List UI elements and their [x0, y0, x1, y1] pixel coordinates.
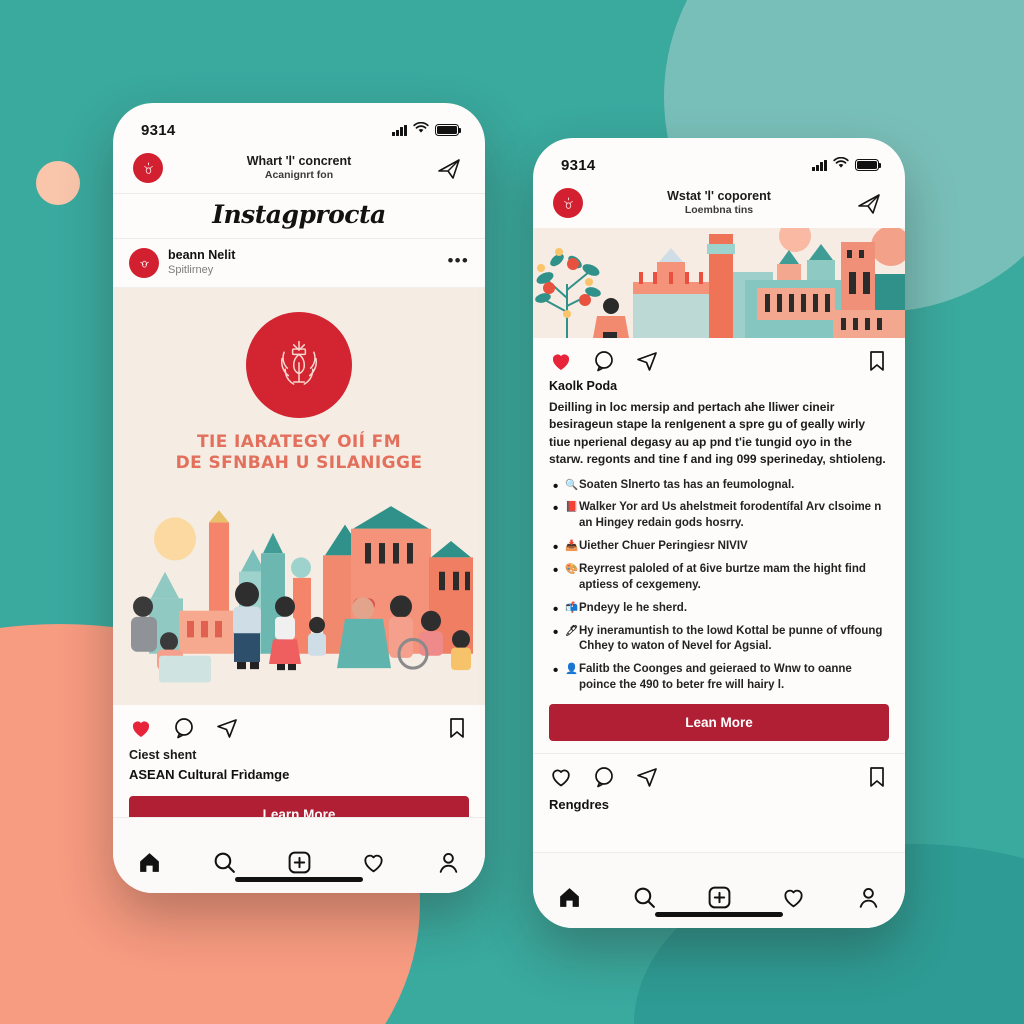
list-item-text: Falitb the Coonges and geieraed to Wnw t…	[579, 663, 852, 692]
post-subtext: Spitlirney	[168, 263, 214, 276]
list-item-text: Soaten Slnerto tas has an feumolognal.	[579, 478, 795, 491]
battery-icon	[435, 124, 462, 136]
home-icon[interactable]	[557, 885, 582, 910]
bookmark-icon[interactable]	[865, 765, 889, 789]
post-media-left: TIE IARATEGY OIÍ FM DE SFNBAH U SILANIGG…	[113, 288, 485, 705]
floral-townscape-illustration	[533, 228, 905, 338]
home-indicator-right	[655, 912, 783, 917]
body-paragraph: Deilling in loc mersip and pertach ahe l…	[549, 400, 886, 467]
comment-bubble-icon[interactable]	[592, 349, 616, 373]
footer-caption-text: Rengdres	[549, 797, 609, 813]
app-top-bar-left: Whart 'l' concrent Acanignrt fon	[113, 149, 485, 193]
appbar-subtitle: Loembna tins	[684, 204, 754, 217]
appbar-subtitle: Acanignrt fon	[264, 169, 334, 182]
list-item: 📥Uiether Chuer Peringiesr NIVIV	[549, 538, 889, 559]
decor-circle-peach	[36, 161, 80, 205]
app-wordmark: Instagprocta	[212, 200, 386, 229]
wifi-icon	[833, 156, 849, 174]
search-icon[interactable]	[632, 885, 657, 910]
comment-bubble-icon[interactable]	[592, 765, 616, 789]
list-item-text: Walker Yor ard Us ahelstmeit forodentífa…	[579, 501, 882, 530]
share-paperplane-icon[interactable]	[635, 349, 659, 373]
send-paperplane-icon[interactable]	[435, 154, 465, 182]
status-bar-left: 9314	[113, 103, 485, 149]
heart-outline-icon[interactable]	[549, 765, 573, 789]
status-time: 9314	[561, 156, 596, 174]
add-post-icon[interactable]	[707, 885, 732, 910]
post-caption-left: Ciest shent ASEAN Cultural Frìdamge	[113, 744, 485, 786]
list-item: 🖊Hy ineramuntish to the lowd Kottal be p…	[549, 623, 889, 656]
appbar-title: Wstat 'l' coporent	[667, 189, 771, 204]
post-body-right: Kaolk Poda Deilling in loc mersip and pe…	[533, 377, 905, 694]
post-username[interactable]: beann Nelit	[168, 248, 439, 264]
search-icon[interactable]	[212, 850, 237, 875]
heart-outline-icon[interactable]	[361, 850, 386, 875]
magnifier-icon: 🔍	[565, 478, 579, 491]
share-paperplane-icon[interactable]	[215, 716, 239, 740]
brand-emblem-icon[interactable]	[553, 188, 583, 218]
bookmark-icon[interactable]	[445, 716, 469, 740]
heart-filled-icon[interactable]	[549, 349, 573, 373]
bookmark-icon[interactable]	[865, 349, 889, 373]
app-top-bar-right: Wstat 'l' coporent Loembna tins	[533, 184, 905, 228]
signal-bars-icon	[812, 159, 827, 171]
profile-icon[interactable]	[436, 850, 461, 875]
cultural-cityscape-illustration	[113, 288, 485, 705]
comment-bubble-icon[interactable]	[172, 716, 196, 740]
inbox-icon: 📥	[565, 540, 579, 553]
appbar-title: Whart 'l' concrent	[246, 154, 352, 169]
heart-outline-icon[interactable]	[781, 885, 806, 910]
list-item: 📕Walker Yor ard Us ahelstmeit forodentíf…	[549, 499, 889, 532]
share-paperplane-icon[interactable]	[635, 765, 659, 789]
person-badge-icon: 👤	[565, 663, 579, 676]
more-options-icon[interactable]: •••	[448, 252, 469, 269]
status-time: 9314	[141, 121, 176, 139]
battery-icon	[855, 159, 882, 171]
body-heading: Kaolk Poda	[549, 379, 618, 393]
brand-emblem-icon[interactable]	[133, 153, 163, 183]
footer-caption-right: Rengdres	[533, 793, 905, 815]
mail-icon: 📬	[565, 601, 579, 614]
home-icon[interactable]	[137, 850, 162, 875]
post-actions-right	[533, 338, 905, 377]
home-indicator-left	[235, 877, 363, 882]
post-header-left: beann Nelit Spitlirney •••	[113, 239, 485, 288]
app-wordmark-row: Instagprocta	[113, 193, 485, 239]
list-item: 🎨Reyrrest paloled of at 6ive burtze mam …	[549, 561, 889, 594]
profile-icon[interactable]	[856, 885, 881, 910]
caption-line-2: ASEAN Cultural Frìdamge	[129, 767, 290, 783]
list-item: 🔍Soaten Slnerto tas has an feumolognal.	[549, 477, 889, 498]
add-post-icon[interactable]	[287, 850, 312, 875]
list-item-text: Uiether Chuer Peringiesr NIVIV	[579, 540, 748, 553]
learn-more-button[interactable]: Lean More	[549, 704, 889, 742]
heart-filled-icon[interactable]	[129, 716, 153, 740]
pen-icon: 🖊	[565, 624, 579, 637]
footer-actions-right	[533, 754, 905, 793]
list-item: 👤Falitb the Coonges and geieraed to Wnw …	[549, 661, 889, 694]
list-item-text: Pndeyy le he sherd.	[579, 601, 688, 614]
wifi-icon	[413, 121, 429, 139]
status-bar-right: 9314	[533, 138, 905, 184]
phone-mockup-left: 9314 Whart 'l' concrent Acanignrt fon In…	[113, 103, 485, 893]
account-avatar-icon[interactable]	[129, 248, 159, 278]
post-actions-left	[113, 705, 485, 744]
caption-line-1: Ciest shent	[129, 748, 197, 762]
book-red-icon: 📕	[565, 501, 579, 514]
send-paperplane-icon[interactable]	[855, 189, 885, 217]
signal-bars-icon	[392, 124, 407, 136]
list-item-text: Reyrrest paloled of at 6ive burtze mam t…	[579, 563, 866, 591]
list-item: 📬Pndeyy le he sherd.	[549, 600, 889, 621]
list-item-text: Hy ineramuntish to the lowd Kottal be pu…	[579, 624, 883, 653]
phone-mockup-right: 9314 Wstat 'l' coporent Loembna tins Kao…	[533, 138, 905, 928]
paint-icon: 🎨	[565, 563, 579, 575]
feature-bullet-list: 🔍Soaten Slnerto tas has an feumolognal. …	[549, 477, 889, 694]
